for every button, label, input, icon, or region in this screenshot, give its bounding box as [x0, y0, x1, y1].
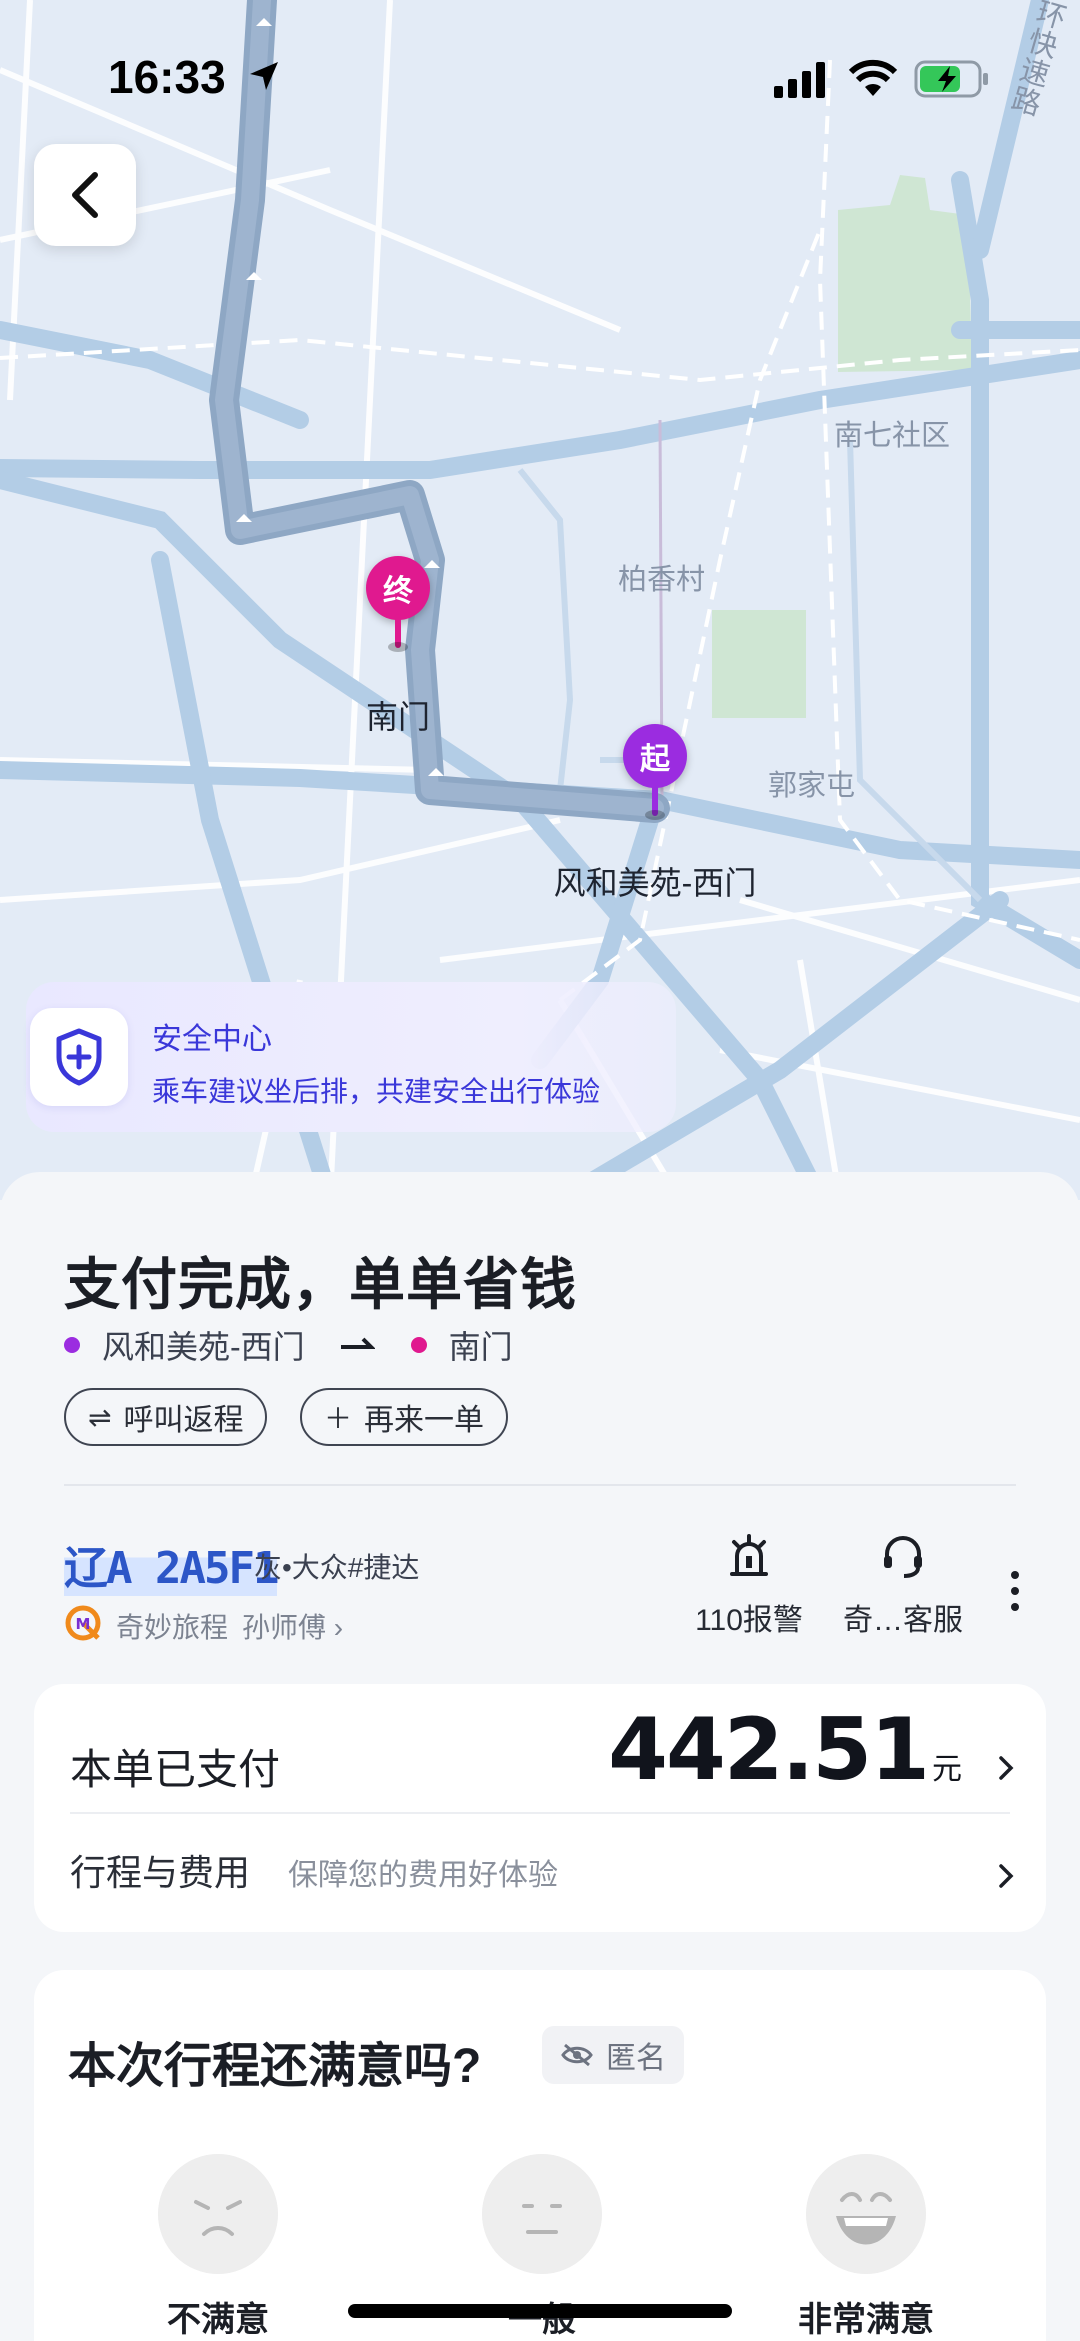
chevron-right-icon[interactable]: [996, 1860, 1016, 1892]
license-plate: 辽A 2A5F1: [64, 1532, 279, 1596]
payment-card: 本单已支付 442.51 元 行程与费用 保障您的费用好体验: [34, 1684, 1046, 1932]
rating-option-very-satisfied[interactable]: 非常满意: [766, 2292, 966, 2341]
safety-subtitle: 乘车建议坐后排，共建安全出行体验: [152, 1076, 601, 1107]
end-dot: [410, 1337, 427, 1353]
order-again-button[interactable]: ＋ 再来一单: [300, 1388, 509, 1446]
start-pin: 起: [623, 724, 687, 824]
end-location-label: 南门: [365, 699, 431, 735]
trip-fee-link[interactable]: 行程与费用: [70, 1844, 250, 1896]
safety-center-banner[interactable]: 安全中心 乘车建议坐后排，共建安全出行体验: [26, 982, 676, 1132]
call-return-button[interactable]: ⇌ 呼叫返程: [64, 1388, 268, 1446]
chevron-right-icon[interactable]: [996, 1752, 1016, 1784]
location-arrow-icon: [250, 62, 278, 90]
currency-unit: 元: [932, 1752, 962, 1787]
area-label-baixiang: 柏香村: [618, 564, 706, 596]
customer-service-button[interactable]: 奇…客服: [838, 1534, 968, 1639]
paid-label: 本单已支付: [70, 1746, 281, 1793]
start-dot: [64, 1337, 80, 1353]
more-vertical-icon[interactable]: [1000, 1566, 1030, 1616]
plus-icon: ＋: [324, 1403, 353, 1434]
end-pin: 终: [366, 556, 430, 656]
siren-icon: [730, 1534, 768, 1576]
eye-off-icon: [561, 2043, 593, 2067]
company-name: 奇妙旅程: [116, 1612, 229, 1643]
route-from: 风和美苑-西门: [102, 1329, 305, 1365]
chevron-right-icon: ›: [333, 1612, 344, 1643]
divider: [64, 1484, 1016, 1486]
wifi-icon: [848, 59, 898, 96]
car-model: 灰•大众#捷达: [254, 1552, 420, 1583]
chevron-left-icon: [72, 172, 98, 218]
paid-amount[interactable]: 442.51 元: [608, 1700, 962, 1800]
divider: [70, 1812, 1010, 1814]
cellular-signal-icon: [774, 62, 825, 98]
alarm-110-button[interactable]: 110报警: [684, 1534, 814, 1639]
area-label-guojia: 郭家屯: [768, 770, 856, 802]
route-summary: 风和美苑-西门 南门: [64, 1322, 513, 1368]
trip-fee-subtitle: 保障您的费用好体验: [288, 1859, 558, 1892]
page-title: 支付完成，单单省钱: [64, 1253, 577, 1316]
status-bar: 16:33: [0, 0, 1080, 150]
battery-charging-icon: [914, 60, 988, 98]
start-location-label: 风和美苑-西门: [553, 865, 757, 901]
headset-icon: [884, 1536, 922, 1578]
driver-name-link[interactable]: 孙师傅 ›: [242, 1606, 343, 1646]
svg-text:M: M: [76, 1615, 91, 1633]
swap-icon: ⇌: [88, 1401, 112, 1433]
rating-card: 本次行程还满意吗? 匿名 不满意 一般 非常满意: [34, 1970, 1046, 2341]
trip-sheet: 支付完成，单单省钱 风和美苑-西门 南门 ⇌ 呼叫返程 ＋ 再来一单 辽A 2A…: [0, 1172, 1080, 2341]
home-indicator[interactable]: [348, 2304, 732, 2318]
rating-option-dissatisfied[interactable]: 不满意: [118, 2292, 318, 2341]
area-label-nanqi: 南七社区: [834, 420, 951, 452]
shield-icon: [30, 1008, 128, 1106]
route-to: 南门: [448, 1329, 513, 1365]
rating-title: 本次行程还满意吗?: [68, 2040, 482, 2093]
very-satisfied-face-icon[interactable]: [806, 2154, 926, 2274]
neutral-face-icon[interactable]: [482, 2154, 602, 2274]
company-logo-icon: M: [65, 1605, 101, 1641]
dissatisfied-face-icon[interactable]: [158, 2154, 278, 2274]
status-time: 16:33: [108, 51, 226, 103]
back-button[interactable]: [34, 144, 136, 246]
arrow-right-icon: [340, 1337, 375, 1349]
safety-title: 安全中心: [152, 1023, 272, 1056]
anonymous-badge[interactable]: 匿名: [542, 2026, 684, 2084]
